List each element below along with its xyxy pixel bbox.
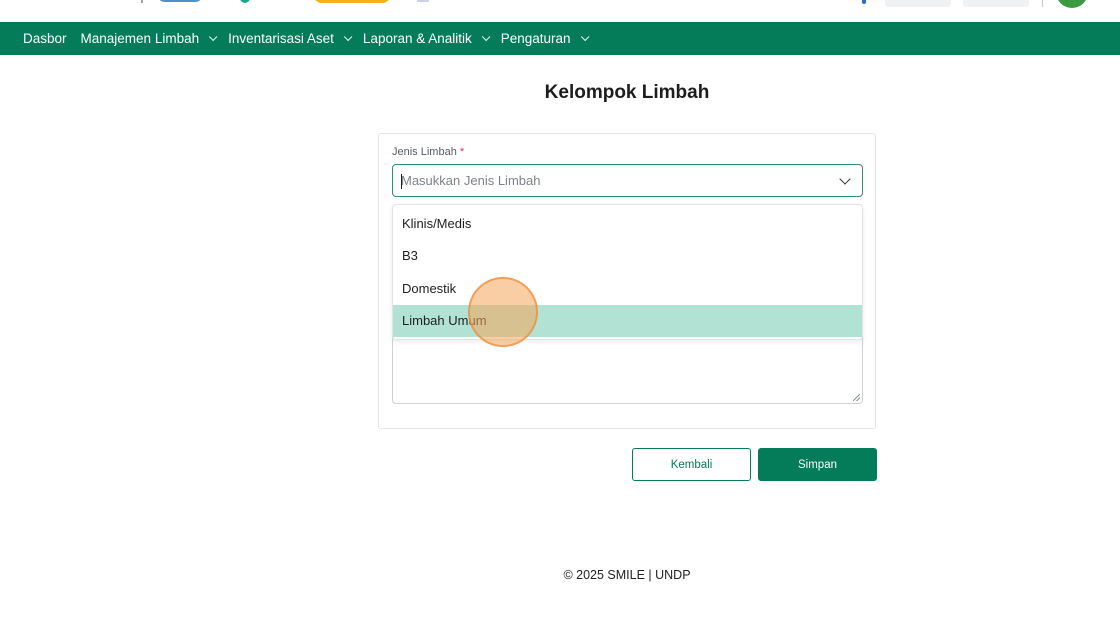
partner-logo-icon <box>157 0 203 2</box>
nav-item-dasbor[interactable]: Dasbor <box>23 31 67 46</box>
chevron-down-icon <box>208 32 218 41</box>
jenis-limbah-select[interactable]: Masukkan Jenis Limbah <box>392 164 863 197</box>
nav-item-laporan-analitik[interactable]: Laporan & Analitik <box>362 31 491 46</box>
dropdown-option-limbah-umum[interactable]: Limbah Umum <box>393 304 862 337</box>
save-button[interactable]: Simpan <box>758 448 877 481</box>
chevron-down-icon <box>343 32 353 41</box>
nav-item-inventarisasi-aset[interactable]: Inventarisasi Aset <box>228 31 353 46</box>
nav-item-manajemen-limbah[interactable]: Manajemen Limbah <box>80 31 218 46</box>
resize-handle-icon[interactable] <box>853 394 860 401</box>
back-button[interactable]: Kembali <box>632 448 751 481</box>
jenis-limbah-label: Jenis Limbah * <box>392 146 464 158</box>
nav-item-label: Manajemen Limbah <box>80 31 200 46</box>
description-textarea[interactable] <box>392 330 863 404</box>
main-navbar: Dasbor Manajemen Limbah Inventarisasi As… <box>0 22 1120 55</box>
nav-item-label: Pengaturan <box>500 31 571 46</box>
dropdown-option-b3[interactable]: B3 <box>393 240 862 273</box>
select-placeholder: Masukkan Jenis Limbah <box>401 173 541 188</box>
dropdown-option-klinis-medis[interactable]: Klinis/Medis <box>393 207 862 240</box>
chevron-down-icon <box>580 32 589 41</box>
partner-logo-icon <box>240 0 250 3</box>
logo-divider <box>141 0 143 3</box>
page-title: Kelompok Limbah <box>544 82 710 103</box>
top-header <box>0 0 1120 22</box>
required-mark: * <box>459 146 465 158</box>
partner-logo-icon <box>313 0 391 3</box>
header-divider <box>1042 0 1043 7</box>
footer-copyright: © 2025 SMILE | UNDP <box>563 568 691 582</box>
header-button[interactable] <box>885 0 951 7</box>
avatar[interactable] <box>1056 0 1088 8</box>
partner-logo-icon <box>417 0 429 2</box>
notification-icon[interactable] <box>862 0 866 4</box>
text-caret <box>401 174 402 189</box>
nav-item-label: Inventarisasi Aset <box>228 31 334 46</box>
header-button[interactable] <box>963 0 1029 7</box>
field-label-text: Jenis Limbah <box>392 146 457 158</box>
dropdown-option-domestik[interactable]: Domestik <box>393 272 862 305</box>
nav-item-label: Dasbor <box>23 31 67 46</box>
chevron-down-icon <box>481 32 491 41</box>
nav-item-label: Laporan & Analitik <box>362 31 472 46</box>
jenis-limbah-dropdown: Klinis/Medis B3 Domestik Limbah Umum <box>392 204 863 340</box>
chevron-down-icon[interactable] <box>839 173 851 185</box>
nav-item-pengaturan[interactable]: Pengaturan <box>500 31 589 46</box>
